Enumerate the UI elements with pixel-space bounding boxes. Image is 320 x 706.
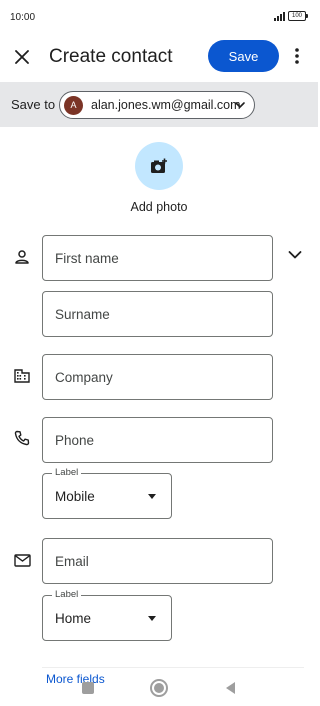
- email-label-caption: Label: [52, 589, 82, 600]
- first-name-placeholder: First name: [55, 250, 119, 266]
- company-icon: [12, 366, 32, 386]
- add-photo-label: Add photo: [130, 200, 188, 214]
- home-icon: [154, 683, 164, 693]
- avatar: A: [64, 95, 83, 115]
- email-label-select[interactable]: Label Home: [42, 589, 172, 641]
- chevron-down-icon: [235, 102, 245, 108]
- status-icons: 100: [274, 11, 308, 21]
- close-button[interactable]: [10, 45, 34, 69]
- account-selector[interactable]: A alan.jones.wm@gmail.com: [59, 91, 255, 119]
- chevron-down-icon: [288, 251, 302, 259]
- page-title: Create contact: [49, 46, 173, 67]
- surname-placeholder: Surname: [55, 306, 110, 322]
- phone-label-caption: Label: [52, 467, 82, 478]
- surname-field[interactable]: Surname: [42, 291, 273, 337]
- company-placeholder: Company: [55, 369, 113, 385]
- divider: [42, 667, 304, 668]
- more-options-button[interactable]: [287, 44, 307, 68]
- system-nav-bar: [0, 672, 318, 706]
- email-placeholder: Email: [55, 553, 89, 569]
- phone-placeholder: Phone: [55, 432, 95, 448]
- add-photo-icon: [151, 158, 167, 173]
- save-to-bar: Save to A alan.jones.wm@gmail.com: [0, 82, 318, 127]
- phone-field[interactable]: Phone: [42, 417, 273, 463]
- person-icon: [12, 247, 32, 267]
- account-email: alan.jones.wm@gmail.com: [91, 98, 241, 112]
- expand-name-button[interactable]: [284, 244, 306, 266]
- status-bar: 10:00 100: [0, 0, 318, 40]
- more-vert-icon: [295, 48, 299, 64]
- dropdown-arrow-icon: [148, 616, 156, 621]
- email-icon: [12, 550, 32, 570]
- back-button[interactable]: [226, 682, 235, 694]
- phone-icon: [12, 428, 32, 448]
- close-icon: [15, 50, 29, 64]
- email-label-value: Home: [55, 611, 92, 626]
- home-button[interactable]: [150, 679, 168, 697]
- status-time: 10:00: [10, 12, 36, 23]
- phone-label-value: Mobile: [55, 489, 95, 504]
- battery-icon: 100: [288, 11, 308, 21]
- recents-button[interactable]: [82, 682, 94, 694]
- signal-icon: [274, 11, 285, 21]
- save-to-label: Save to: [11, 97, 56, 112]
- phone-label-select[interactable]: Label Mobile: [42, 467, 172, 519]
- save-button[interactable]: Save: [208, 40, 279, 72]
- company-field[interactable]: Company: [42, 354, 273, 400]
- email-field[interactable]: Email: [42, 538, 273, 584]
- dropdown-arrow-icon: [148, 494, 156, 499]
- app-bar: Create contact Save: [0, 36, 318, 78]
- add-photo-button[interactable]: [135, 142, 183, 190]
- first-name-field[interactable]: First name: [42, 235, 273, 281]
